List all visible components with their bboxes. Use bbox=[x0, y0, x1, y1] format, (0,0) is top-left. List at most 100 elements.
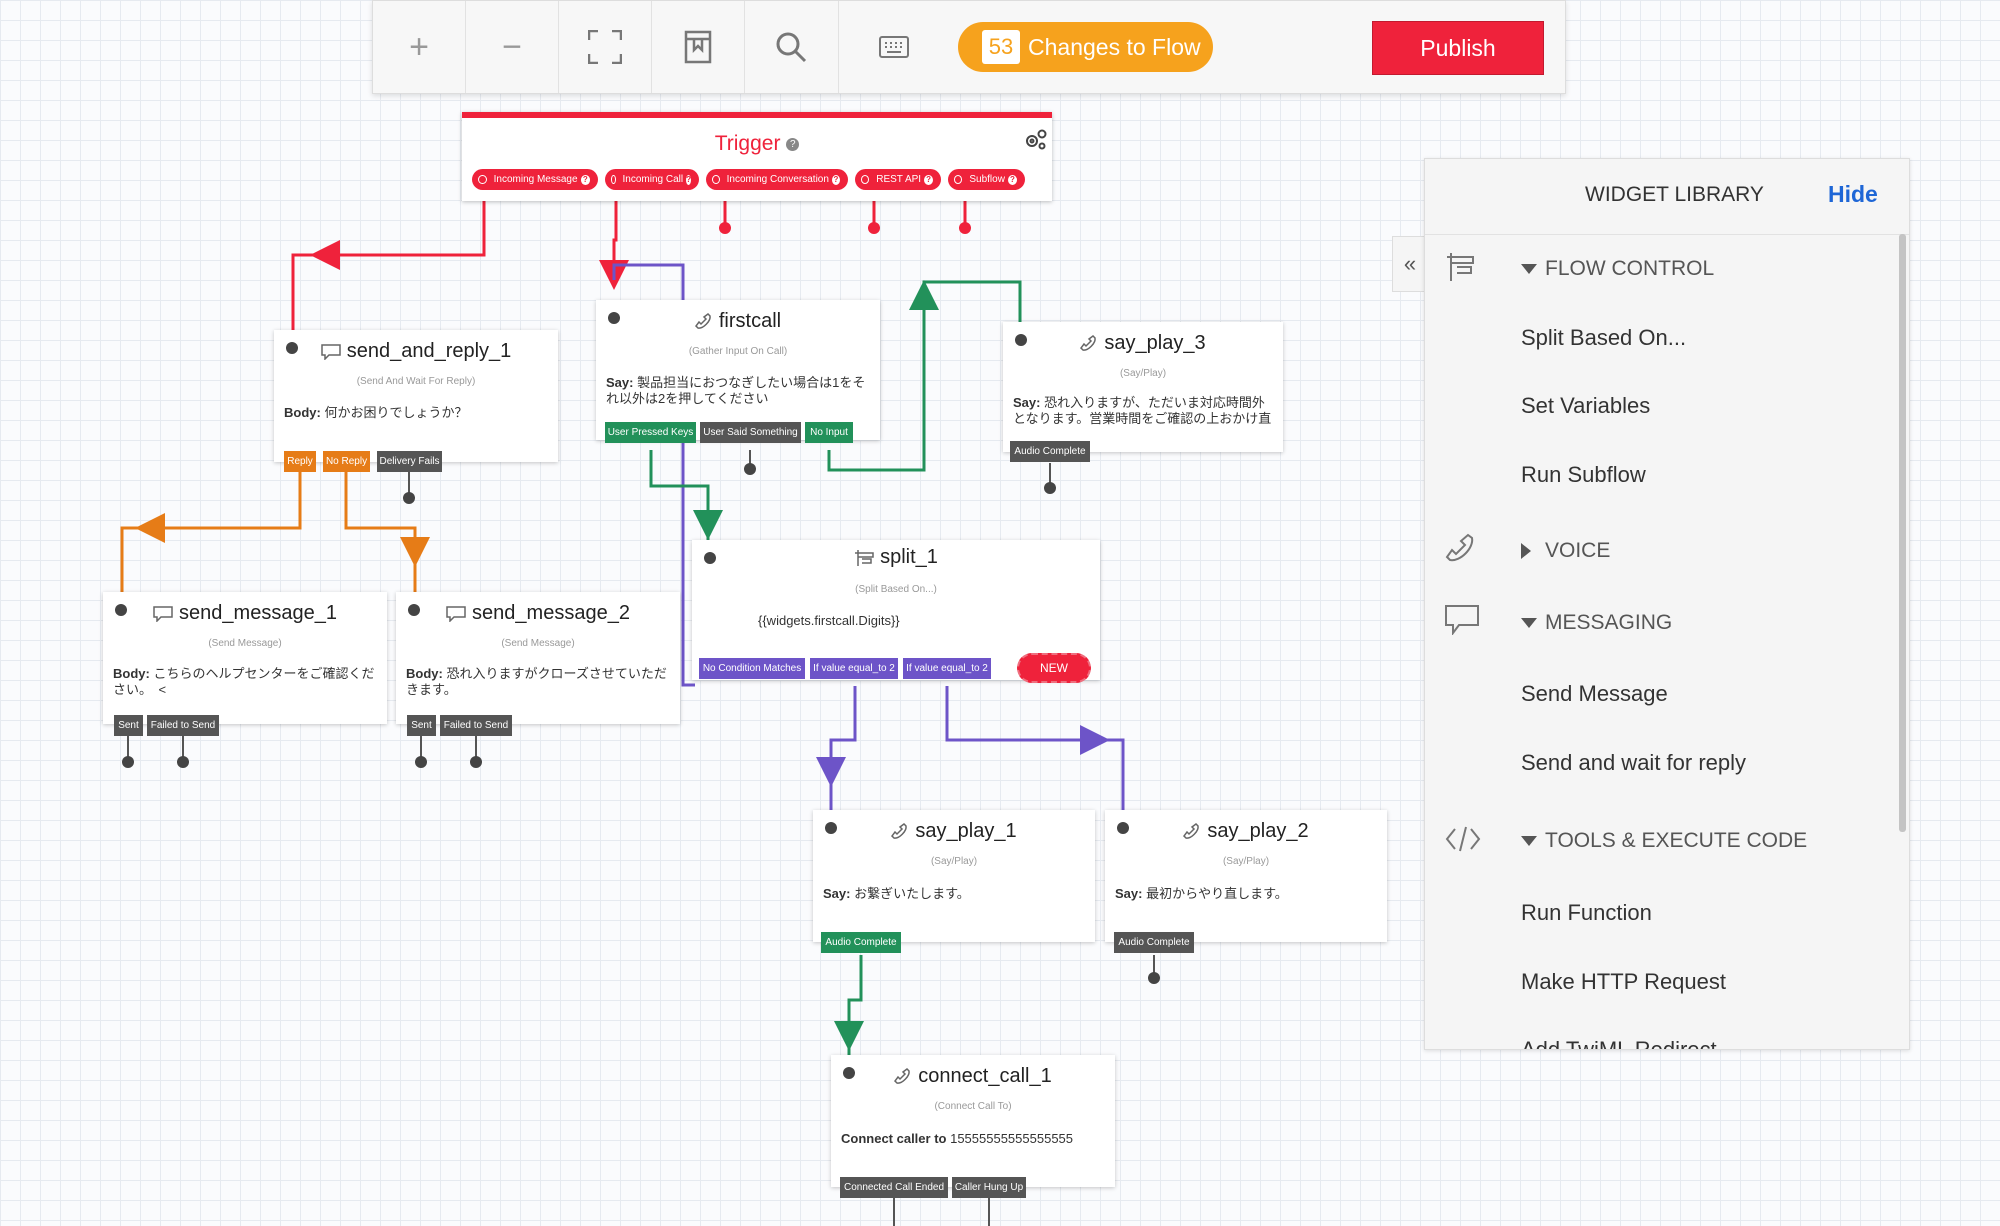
body-text: 最初からやり直します。 bbox=[1146, 886, 1288, 901]
category-tools-execute-code[interactable]: TOOLS & EXECUTE CODE bbox=[1521, 829, 1807, 853]
widget-title: firstcall bbox=[596, 310, 880, 333]
wire-reply bbox=[120, 472, 302, 592]
port-reply[interactable]: Reply bbox=[284, 451, 316, 472]
split-icon bbox=[1447, 253, 1474, 281]
port-if-value-equal-to-2[interactable]: If value equal_to 2 bbox=[810, 658, 898, 679]
widget-connect-call-1[interactable]: connect_call_1 (Connect Call To) Connect… bbox=[831, 1055, 1115, 1187]
widget-name: send_message_1 bbox=[179, 602, 337, 624]
zoom-out-button[interactable]: − bbox=[466, 1, 559, 93]
wire-split-to-say-play-2 bbox=[945, 686, 1125, 810]
widget-body: Body: こちらのヘルプセンターをご確認ください。 < bbox=[113, 666, 377, 698]
trigger-title-text: Trigger bbox=[714, 132, 781, 155]
new-transition-button[interactable]: NEW bbox=[1017, 653, 1091, 683]
body-label: Say: bbox=[1013, 395, 1041, 410]
wire-incoming-message bbox=[291, 197, 486, 330]
wire-audio-complete-connect bbox=[834, 955, 864, 1051]
trigger-rest-api[interactable]: REST API? bbox=[855, 169, 941, 190]
widget-name: say_play_3 bbox=[1104, 332, 1206, 354]
library-item-send-message[interactable]: Send Message bbox=[1521, 681, 1668, 707]
widget-name: split_1 bbox=[880, 546, 938, 568]
library-item-run-subflow[interactable]: Run Subflow bbox=[1521, 462, 1646, 488]
phone-icon bbox=[1445, 533, 1474, 562]
body-text: 恐れ入りますが、ただいま対応時間外となります。営業時間をご確認の上おかけ直 bbox=[1013, 395, 1272, 426]
widget-title: send_message_2 bbox=[396, 602, 680, 625]
body-label: Say: bbox=[823, 886, 851, 901]
widget-send-message-2[interactable]: send_message_2 (Send Message) Body: 恐れ入り… bbox=[396, 592, 680, 724]
port-connected-call-ended[interactable]: Connected Call Ended bbox=[840, 1177, 948, 1198]
widget-title: say_play_3 bbox=[1003, 332, 1283, 355]
port-no-input[interactable]: No Input bbox=[805, 422, 853, 443]
fit-screen-button[interactable] bbox=[559, 1, 652, 93]
help-icon: ? bbox=[686, 174, 691, 185]
library-item-send-and-wait-for-reply[interactable]: Send and wait for reply bbox=[1521, 750, 1746, 776]
collapse-panel-button[interactable]: « bbox=[1392, 236, 1427, 292]
port-if-value-equal-to-2[interactable]: If value equal_to 2 bbox=[903, 658, 991, 679]
widget-body: {{widgets.firstcall.Digits}} bbox=[758, 613, 900, 628]
port-sent[interactable]: Sent bbox=[407, 715, 436, 736]
port-no-reply[interactable]: No Reply bbox=[323, 451, 370, 472]
port-user-said-something[interactable]: User Said Something bbox=[700, 422, 801, 443]
widget-firstcall[interactable]: firstcall (Gather Input On Call) Say: 製品… bbox=[596, 300, 880, 440]
widget-name: send_message_2 bbox=[472, 602, 630, 624]
trigger-incoming-conversation[interactable]: Incoming Conversation? bbox=[706, 169, 848, 190]
port-audio-complete[interactable]: Audio Complete bbox=[1114, 932, 1194, 953]
widget-send-and-reply-1[interactable]: send_and_reply_1 (Send And Wait For Repl… bbox=[274, 330, 558, 462]
changes-to-flow-button[interactable]: 53 Changes to Flow bbox=[958, 22, 1213, 72]
library-item-split-based-on[interactable]: Split Based On... bbox=[1521, 325, 1686, 351]
library-item-add-twiml-redirect[interactable]: Add TwiML Redirect bbox=[1521, 1037, 1717, 1049]
code-icon bbox=[1445, 826, 1481, 852]
port-failed-to-send[interactable]: Failed to Send bbox=[440, 715, 512, 736]
library-item-set-variables[interactable]: Set Variables bbox=[1521, 393, 1650, 419]
keyboard-button[interactable] bbox=[838, 1, 949, 93]
minus-icon: − bbox=[502, 27, 522, 66]
phone-icon bbox=[1080, 334, 1097, 351]
body-text: 製品担当におつなぎしたい場合は1をそれ以外は2を押してください bbox=[606, 375, 866, 406]
widget-library-panel: WIDGET LIBRARY Hide FLOW CONTROL Split B… bbox=[1424, 158, 1910, 1050]
widget-say-play-2[interactable]: say_play_2 (Say/Play) Say: 最初からやり直します。 bbox=[1105, 810, 1387, 942]
search-icon bbox=[776, 32, 807, 63]
library-item-run-function[interactable]: Run Function bbox=[1521, 900, 1652, 926]
publish-button[interactable]: Publish bbox=[1372, 21, 1544, 75]
library-scrollbar[interactable] bbox=[1899, 234, 1906, 832]
hide-library-button[interactable]: Hide bbox=[1828, 181, 1878, 208]
body-text: 何かお困りでしょうか？ bbox=[324, 405, 468, 420]
zoom-in-button[interactable]: + bbox=[373, 1, 466, 93]
category-label: FLOW CONTROL bbox=[1545, 257, 1715, 280]
port-delivery-fails[interactable]: Delivery Fails bbox=[377, 451, 442, 472]
caret-down-icon bbox=[1521, 618, 1537, 628]
category-label: MESSAGING bbox=[1545, 611, 1673, 634]
port-user-pressed-keys[interactable]: User Pressed Keys bbox=[605, 422, 696, 443]
double-chevron-left-icon: « bbox=[1403, 251, 1417, 276]
trigger-incoming-call[interactable]: Incoming Call? bbox=[605, 169, 699, 190]
widget-send-message-1[interactable]: send_message_1 (Send Message) Body: こちらの… bbox=[103, 592, 387, 724]
widget-name: say_play_2 bbox=[1207, 820, 1309, 842]
split-icon bbox=[855, 549, 874, 566]
trigger-incoming-message[interactable]: Incoming Message? bbox=[472, 169, 598, 190]
body-label: Connect caller to bbox=[841, 1131, 947, 1146]
port-caller-hung-up[interactable]: Caller Hung Up bbox=[952, 1177, 1026, 1198]
body-label: Body: bbox=[113, 666, 150, 681]
port-sent[interactable]: Sent bbox=[114, 715, 143, 736]
widget-type: (Connect Call To) bbox=[934, 1101, 1012, 1112]
trigger-subflow[interactable]: Subflow? bbox=[948, 169, 1025, 190]
body-label: Body: bbox=[406, 666, 443, 681]
help-icon: ? bbox=[1007, 174, 1017, 185]
category-messaging[interactable]: MESSAGING bbox=[1521, 611, 1672, 635]
bookmark-button[interactable] bbox=[652, 1, 745, 93]
trigger-widget[interactable]: Trigger ? Incoming Message? Incoming Cal… bbox=[462, 112, 1052, 201]
settings-gears-icon[interactable] bbox=[1024, 128, 1048, 150]
port-audio-complete[interactable]: Audio Complete bbox=[821, 932, 901, 953]
port-failed-to-send[interactable]: Failed to Send bbox=[147, 715, 219, 736]
library-item-make-http-request[interactable]: Make HTTP Request bbox=[1521, 969, 1726, 995]
search-button[interactable] bbox=[745, 1, 837, 93]
widget-body: Connect caller to 15555555555555555 bbox=[841, 1131, 1105, 1147]
port-no-condition-matches[interactable]: No Condition Matches bbox=[699, 658, 805, 679]
category-label: TOOLS & EXECUTE CODE bbox=[1545, 829, 1808, 852]
widget-body: Say: 最初からやり直します。 bbox=[1115, 886, 1377, 902]
category-flow-control[interactable]: FLOW CONTROL bbox=[1521, 257, 1714, 281]
port-audio-complete[interactable]: Audio Complete bbox=[1010, 441, 1090, 462]
widget-say-play-1[interactable]: say_play_1 (Say/Play) Say: お繋ぎいたします。 bbox=[813, 810, 1095, 942]
category-voice[interactable]: VOICE bbox=[1521, 539, 1610, 563]
widget-say-play-3[interactable]: say_play_3 (Say/Play) Say: 恐れ入りますが、ただいま対… bbox=[1003, 322, 1283, 452]
widget-type: (Send Message) bbox=[208, 638, 282, 649]
